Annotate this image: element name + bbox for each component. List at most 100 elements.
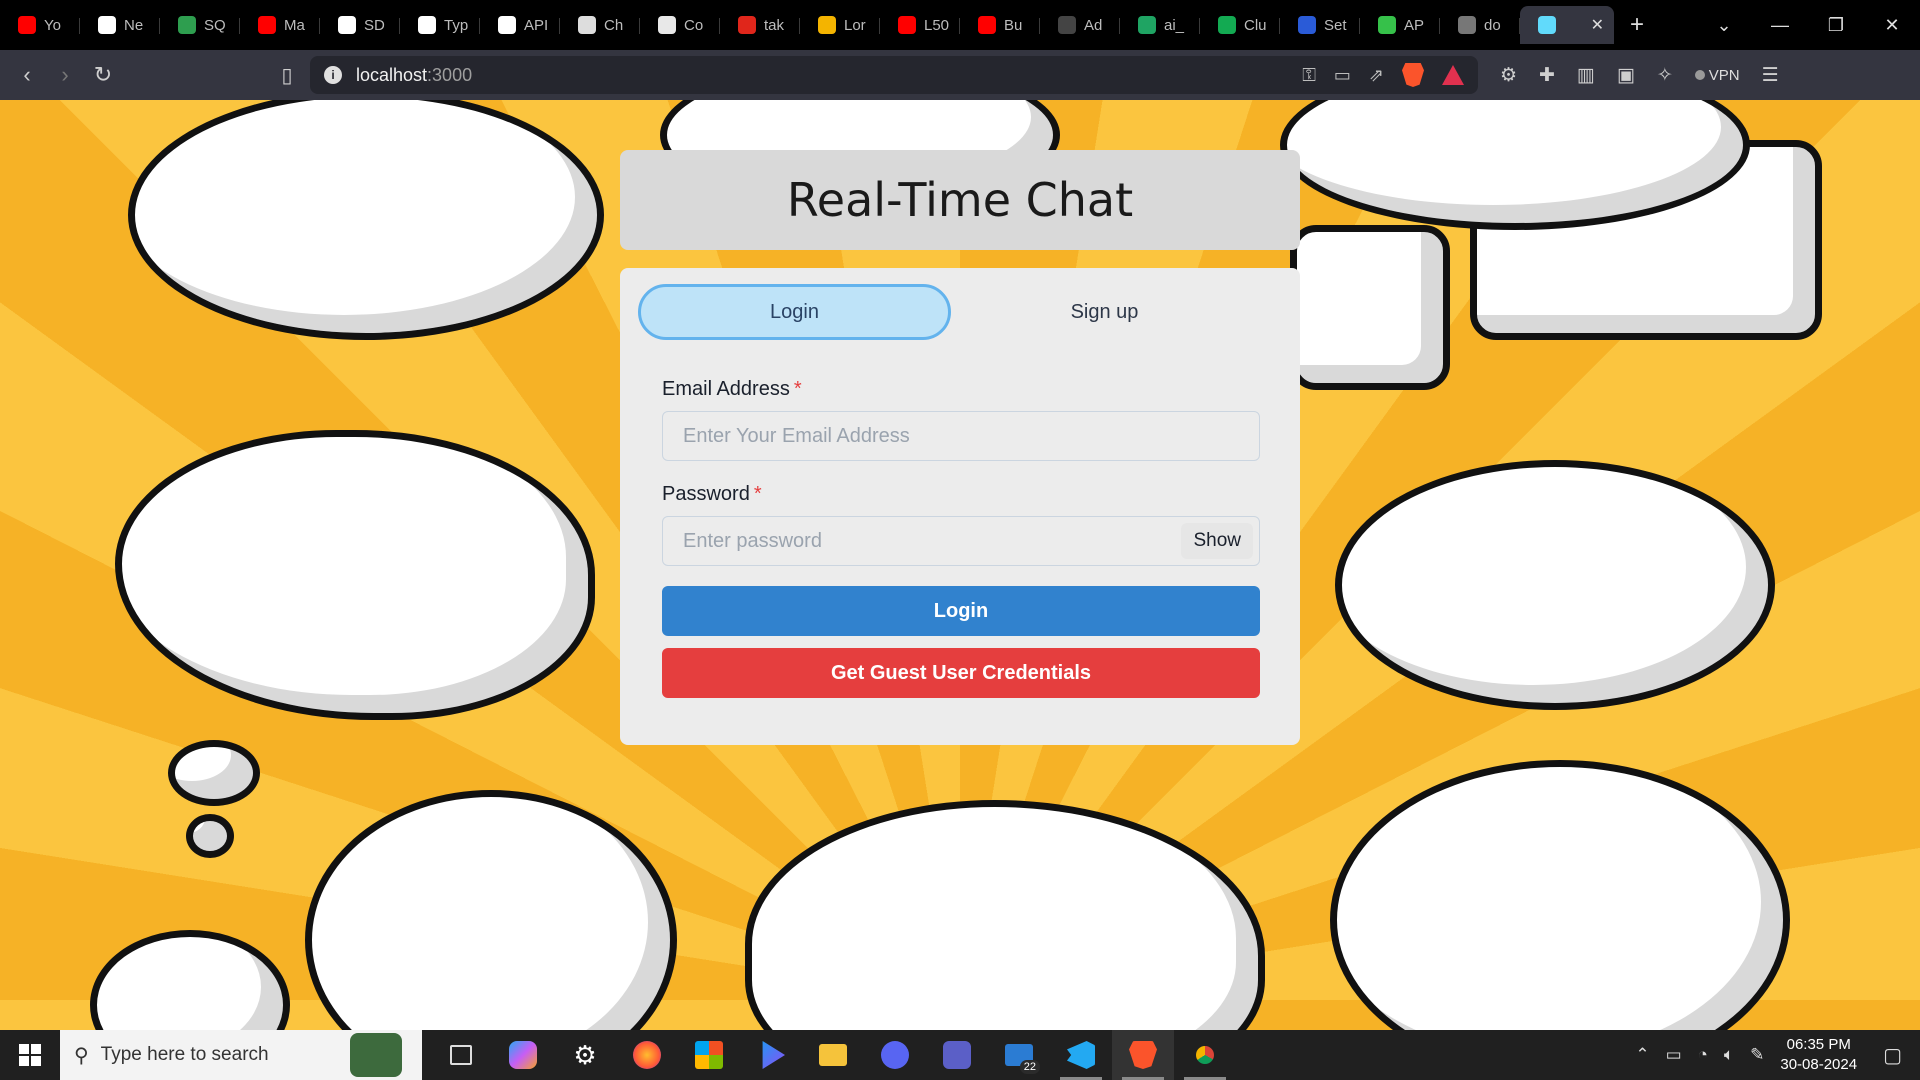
restore-button[interactable]: ❐ <box>1808 15 1864 36</box>
discord-icon[interactable] <box>864 1030 926 1080</box>
password-label-text: Password <box>662 483 750 505</box>
browser-tab[interactable]: SD <box>320 6 400 44</box>
address-bar[interactable]: i localhost :3000 ⚿ ▭ ⇗ <box>310 56 1478 94</box>
chevron-up-icon[interactable]: ⌃ <box>1635 1045 1649 1065</box>
browser-tab[interactable]: SQ <box>160 6 240 44</box>
browser-tab[interactable]: ai_ <box>1120 6 1200 44</box>
media-player-icon[interactable] <box>740 1030 802 1080</box>
tab-title: do <box>1484 16 1501 34</box>
brave-rewards-icon[interactable] <box>1442 65 1464 85</box>
taskbar-search[interactable]: ⚲ Type here to search <box>60 1030 422 1080</box>
tab-title: Clu <box>1244 16 1267 34</box>
share-icon[interactable]: ⇗ <box>1369 65 1384 86</box>
email-placeholder: Enter Your Email Address <box>683 424 910 447</box>
mail-icon[interactable]: 22 <box>988 1030 1050 1080</box>
leo-ai-icon[interactable]: ✧ <box>1657 64 1673 87</box>
new-tab-button[interactable]: + <box>1614 11 1660 39</box>
key-icon[interactable]: ⚿ <box>1302 65 1316 86</box>
page-viewport: Real-Time Chat Login Sign up Email Addre… <box>0 100 1920 1030</box>
copilot-icon[interactable] <box>492 1030 554 1080</box>
cast-icon[interactable]: ▭ <box>1334 65 1351 86</box>
tab-favicon-icon <box>1378 16 1396 34</box>
browser-tab[interactable]: Bu <box>960 6 1040 44</box>
tab-favicon-icon <box>98 16 116 34</box>
password-field[interactable]: Enter password Show <box>662 516 1260 566</box>
taskbar-apps: ⚙ 22 <box>430 1030 1236 1080</box>
browser-tab[interactable]: Ma <box>240 6 320 44</box>
firefox-icon[interactable] <box>616 1030 678 1080</box>
back-icon[interactable]: ‹ <box>8 62 46 88</box>
tab-sign-up[interactable]: Sign up <box>951 284 1258 340</box>
browser-tab[interactable]: Clu <box>1200 6 1280 44</box>
close-window-button[interactable]: ✕ <box>1864 15 1920 36</box>
site-info-icon[interactable]: i <box>324 66 342 84</box>
notification-icon[interactable]: ▢ <box>1883 1043 1902 1068</box>
tab-login[interactable]: Login <box>638 284 951 340</box>
page-title: Real-Time Chat <box>786 173 1134 227</box>
email-field[interactable]: Enter Your Email Address <box>662 411 1260 461</box>
tab-favicon-icon <box>1458 16 1476 34</box>
required-mark: * <box>793 378 802 400</box>
browser-tab[interactable]: tak <box>720 6 800 44</box>
clock[interactable]: 06:35 PM 30-08-2024 <box>1780 1035 1857 1075</box>
speech-bubble <box>1330 760 1790 1030</box>
guest-credentials-button[interactable]: Get Guest User Credentials <box>662 648 1260 698</box>
tab-title: AP <box>1404 16 1425 34</box>
menu-icon[interactable]: ☰ <box>1762 64 1779 87</box>
pen-icon[interactable]: ✎ <box>1750 1045 1764 1065</box>
vscode-icon[interactable] <box>1050 1030 1112 1080</box>
tab-search-icon[interactable]: ⌄ <box>1696 15 1752 36</box>
browser-tab[interactable]: Typ <box>400 6 480 44</box>
tab-favicon-icon <box>258 16 276 34</box>
task-view-icon[interactable] <box>430 1030 492 1080</box>
clock-date: 30-08-2024 <box>1780 1056 1858 1073</box>
browser-tab[interactable]: Lor <box>800 6 880 44</box>
show-password-button[interactable]: Show <box>1181 523 1253 559</box>
browser-tab[interactable]: Ne <box>80 6 160 44</box>
thought-cloud <box>186 814 234 858</box>
start-button[interactable] <box>0 1044 60 1066</box>
speech-bubble <box>305 790 677 1030</box>
browser-tab[interactable]: Ch <box>560 6 640 44</box>
login-button[interactable]: Login <box>662 586 1260 636</box>
battery-icon[interactable]: ▭ <box>1666 1045 1682 1065</box>
browser-tab[interactable]: ✕ <box>1520 6 1614 44</box>
tab-title: Ma <box>284 16 305 34</box>
chrome-icon[interactable] <box>1174 1030 1236 1080</box>
wifi-icon[interactable]: ◔ <box>1698 1045 1708 1065</box>
minimize-button[interactable]: — <box>1752 15 1808 36</box>
browser-tab[interactable]: Set <box>1280 6 1360 44</box>
browser-tab[interactable]: AP <box>1360 6 1440 44</box>
browser-tab-strip: Yo Ne SQ Ma SD Typ API Ch Co tak Lor L50 Bu Ad ai_ Clu S… <box>0 0 1920 50</box>
puzzle-icon[interactable]: ✚ <box>1539 64 1555 87</box>
close-tab-icon[interactable]: ✕ <box>1591 15 1604 35</box>
extension-icon[interactable]: ⚙ <box>1500 64 1517 87</box>
browser-tab[interactable]: Co <box>640 6 720 44</box>
reload-icon[interactable]: ↻ <box>84 62 122 88</box>
settings-icon[interactable]: ⚙ <box>554 1030 616 1080</box>
sidebar-icon[interactable]: ▥ <box>1577 64 1595 87</box>
bookmark-icon[interactable]: ▯ <box>272 63 302 88</box>
browser-tab[interactable]: Ad <box>1040 6 1120 44</box>
microsoft-store-icon[interactable] <box>678 1030 740 1080</box>
tab-title: L50 <box>924 16 950 34</box>
forward-icon[interactable]: › <box>46 62 84 88</box>
volume-icon[interactable]: 🔈︎ <box>1724 1045 1734 1065</box>
teams-icon[interactable] <box>926 1030 988 1080</box>
browser-tab[interactable]: Yo <box>0 6 80 44</box>
auth-card: Login Sign up Email Address * Enter Your … <box>620 268 1300 745</box>
browser-tab[interactable]: API <box>480 6 560 44</box>
app-header: Real-Time Chat <box>620 150 1300 250</box>
tab-favicon-icon <box>178 16 196 34</box>
tab-favicon-icon <box>498 16 516 34</box>
vpn-button[interactable]: VPN <box>1694 67 1740 84</box>
tab-title: Co <box>684 16 704 34</box>
wallet-icon[interactable]: ▣ <box>1617 64 1635 87</box>
file-explorer-icon[interactable] <box>802 1030 864 1080</box>
brave-shields-icon[interactable] <box>1402 63 1424 87</box>
tab-list: Yo Ne SQ Ma SD Typ API Ch Co tak Lor L50 Bu Ad ai_ Clu S… <box>0 6 1614 44</box>
browser-tab[interactable]: L50 <box>880 6 960 44</box>
email-label-text: Email Address <box>662 378 790 400</box>
browser-tab[interactable]: do <box>1440 6 1520 44</box>
brave-browser-icon[interactable] <box>1112 1030 1174 1080</box>
